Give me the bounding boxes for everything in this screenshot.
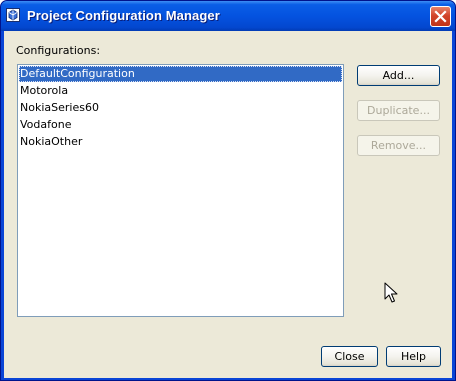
list-item[interactable]: NokiaOther — [19, 134, 342, 150]
configurations-list[interactable]: DefaultConfiguration Motorola NokiaSerie… — [17, 64, 344, 317]
window-title: Project Configuration Manager — [27, 8, 220, 23]
dialog-window: Project Configuration Manager Configurat… — [0, 0, 456, 381]
dialog-body: Configurations: DefaultConfiguration Mot… — [4, 31, 452, 378]
remove-button[interactable]: Remove... — [357, 135, 440, 156]
list-item[interactable]: NokiaSeries60 — [19, 100, 342, 116]
close-window-button[interactable] — [430, 6, 451, 27]
mouse-pointer-icon — [384, 282, 398, 303]
list-item[interactable]: Motorola — [19, 83, 342, 99]
app-icon — [6, 8, 20, 22]
add-button[interactable]: Add... — [357, 65, 440, 86]
close-icon — [434, 10, 447, 23]
configurations-label: Configurations: — [16, 44, 101, 57]
help-button[interactable]: Help — [386, 346, 441, 367]
title-bar[interactable]: Project Configuration Manager — [1, 1, 455, 31]
close-button[interactable]: Close — [321, 346, 378, 367]
duplicate-button[interactable]: Duplicate... — [357, 100, 440, 121]
list-item[interactable]: Vodafone — [19, 117, 342, 133]
list-item[interactable]: DefaultConfiguration — [19, 66, 342, 82]
